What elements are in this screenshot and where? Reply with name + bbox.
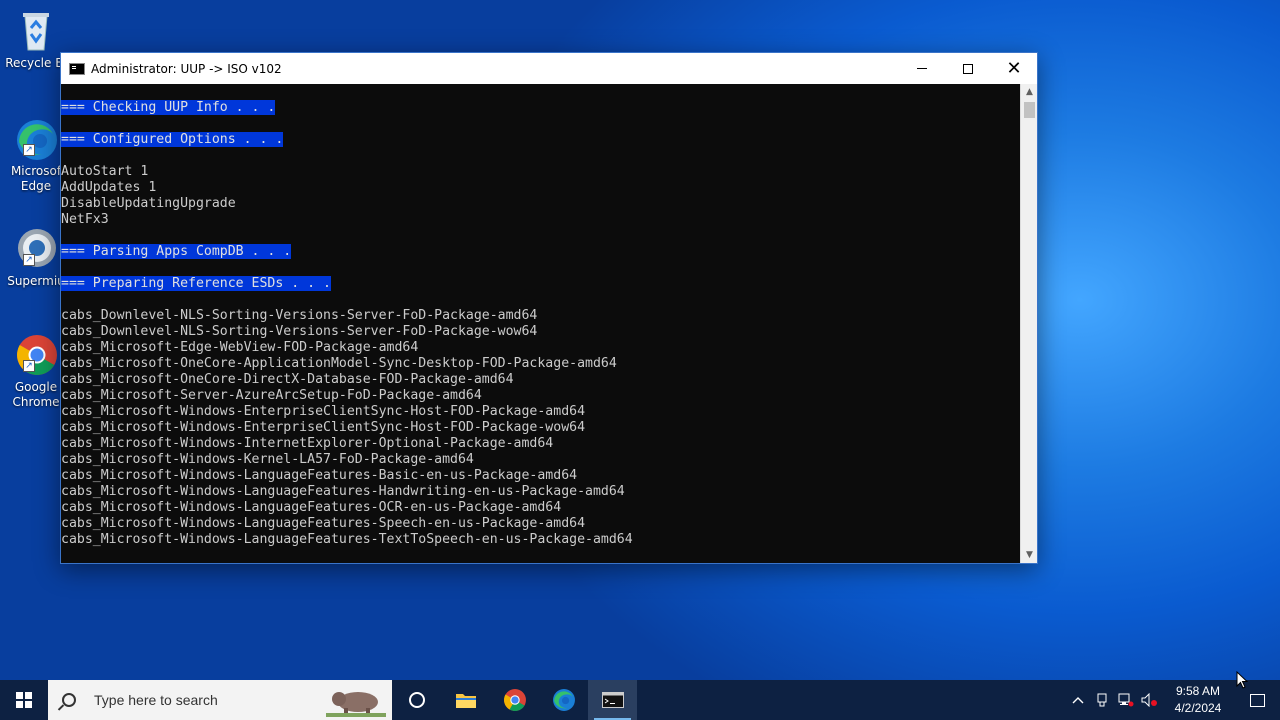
console-line-text: cabs_Microsoft-Windows-LanguageFeatures-… [61, 468, 578, 483]
shortcut-arrow-icon: ↗ [23, 360, 35, 372]
terminal-icon [601, 692, 624, 708]
console-line: cabs_Microsoft-Edge-WebView-FOD-Package-… [61, 340, 1021, 356]
console-line: cabs_Downlevel-NLS-Sorting-Versions-Serv… [61, 324, 1021, 340]
console-line-text: cabs_Microsoft-Windows-LanguageFeatures-… [61, 484, 625, 499]
window-title: Administrator: UUP -> ISO v102 [91, 61, 282, 76]
mouse-cursor-icon [1236, 671, 1248, 689]
console-line: cabs_Microsoft-Windows-InternetExplorer-… [61, 436, 1021, 452]
console-line: cabs_Microsoft-OneCore-ApplicationModel-… [61, 356, 1021, 372]
maximize-button[interactable] [945, 53, 991, 84]
search-placeholder: Type here to search [94, 692, 218, 708]
file-explorer-icon [455, 694, 476, 708]
scroll-thumb[interactable] [1024, 102, 1035, 118]
console-line-text: AutoStart 1 [61, 164, 149, 179]
console-line-text: cabs_Microsoft-Windows-InternetExplorer-… [61, 436, 554, 451]
console-section-header: === Preparing Reference ESDs . . . [61, 276, 331, 291]
chevron-up-icon[interactable] [1066, 680, 1090, 720]
console-line: cabs_Microsoft-Windows-LanguageFeatures-… [61, 500, 1021, 516]
scroll-down-arrow-icon[interactable]: ▼ [1021, 547, 1038, 563]
minimize-button[interactable] [899, 53, 945, 84]
console-line: AutoStart 1 [61, 164, 1021, 180]
console-line-text: NetFx3 [61, 212, 109, 227]
cmd-icon [69, 62, 85, 75]
console-line: cabs_Microsoft-Server-AzureArcSetup-FoD-… [61, 388, 1021, 404]
console-line: DisableUpdatingUpgrade [61, 196, 1021, 212]
console-line: === Preparing Reference ESDs . . . [61, 276, 1021, 292]
taskbar-search-box[interactable]: Type here to search [48, 680, 392, 720]
chrome-taskbar-button[interactable] [490, 680, 539, 720]
search-highlight-image [326, 683, 386, 717]
console-line: AddUpdates 1 [61, 180, 1021, 196]
console-section-header: === Parsing Apps CompDB . . . [61, 244, 292, 259]
console-line-text: cabs_Microsoft-Windows-EnterpriseClientS… [61, 404, 586, 419]
chrome-icon: ↗ [13, 332, 59, 378]
title-bar[interactable]: Administrator: UUP -> ISO v102 ✕ [61, 53, 1037, 84]
console-line: === Configured Options . . . [61, 132, 1021, 148]
shortcut-arrow-icon: ↗ [23, 254, 35, 266]
console-line: cabs_Microsoft-Windows-LanguageFeatures-… [61, 532, 1021, 548]
clock-time: 9:58 AM [1175, 684, 1221, 698]
console-section-header: === Configured Options . . . [61, 132, 284, 147]
console-line-text: cabs_Microsoft-Windows-LanguageFeatures-… [61, 516, 586, 531]
console-line: cabs_Microsoft-Windows-LanguageFeatures-… [61, 468, 1021, 484]
console-output[interactable]: === Checking UUP Info . . . === Configure… [61, 84, 1021, 563]
console-line-text: DisableUpdatingUpgrade [61, 196, 236, 211]
console-line-text: cabs_Microsoft-Server-AzureArcSetup-FoD-… [61, 388, 482, 403]
search-icon [62, 693, 76, 707]
scroll-up-arrow-icon[interactable]: ▲ [1021, 84, 1038, 100]
console-line-text: cabs_Microsoft-Windows-LanguageFeatures-… [61, 532, 633, 547]
console-line: cabs_Downlevel-NLS-Sorting-Versions-Serv… [61, 308, 1021, 324]
start-button[interactable] [0, 680, 48, 720]
console-line: cabs_Microsoft-Windows-EnterpriseClientS… [61, 420, 1021, 436]
minimize-icon [917, 68, 927, 69]
console-line-text: cabs_Microsoft-Edge-WebView-FOD-Package-… [61, 340, 419, 355]
console-line-text: AddUpdates 1 [61, 180, 157, 195]
console-line-text: cabs_Microsoft-Windows-Kernel-LA57-FoD-P… [61, 452, 474, 467]
console-line: cabs_Microsoft-Windows-LanguageFeatures-… [61, 516, 1021, 532]
task-view-icon [408, 692, 425, 708]
console-section-header: === Checking UUP Info . . . [61, 100, 276, 115]
console-line: cabs_Microsoft-Windows-LanguageFeatures-… [61, 484, 1021, 500]
console-line-text: cabs_Microsoft-OneCore-DirectX-Database-… [61, 372, 514, 387]
clock-date: 4/2/2024 [1174, 701, 1222, 715]
console-line: NetFx3 [61, 212, 1021, 228]
maximize-icon [963, 63, 973, 74]
notification-icon [1249, 693, 1265, 707]
console-line: === Parsing Apps CompDB . . . [61, 244, 1021, 260]
windows-logo-icon [16, 692, 32, 708]
console-line: === Checking UUP Info . . . [61, 100, 1021, 116]
terminal-taskbar-button[interactable] [588, 680, 637, 720]
supermium-icon: ↗ [13, 226, 59, 272]
close-icon: ✕ [1006, 57, 1022, 79]
console-window[interactable]: Administrator: UUP -> ISO v102 ✕ === Che… [60, 52, 1038, 564]
task-view-button[interactable] [392, 680, 441, 720]
console-line: cabs_Microsoft-Windows-EnterpriseClientS… [61, 404, 1021, 420]
volume-muted-icon[interactable] [1138, 680, 1162, 720]
console-line-text: cabs_Microsoft-Windows-EnterpriseClientS… [61, 420, 586, 435]
edge-icon [552, 689, 575, 711]
chrome-icon [503, 689, 526, 711]
close-button[interactable]: ✕ [991, 53, 1037, 84]
console-line-text: cabs_Downlevel-NLS-Sorting-Versions-Serv… [61, 324, 538, 339]
console-line: cabs_Microsoft-Windows-Kernel-LA57-FoD-P… [61, 452, 1021, 468]
file-explorer-button[interactable] [441, 680, 490, 720]
edge-icon: ↗ [13, 116, 59, 162]
taskbar: Type here to search 9:58 AM 4/2/2024 [0, 680, 1280, 720]
console-line-text: cabs_Downlevel-NLS-Sorting-Versions-Serv… [61, 308, 538, 323]
console-line-text: cabs_Microsoft-OneCore-ApplicationModel-… [61, 356, 617, 371]
console-line-text: cabs_Microsoft-Windows-LanguageFeatures-… [61, 500, 562, 515]
vertical-scrollbar[interactable]: ▲ ▼ [1020, 84, 1037, 563]
taskbar-clock[interactable]: 9:58 AM 4/2/2024 [1162, 683, 1234, 717]
shortcut-arrow-icon: ↗ [23, 144, 35, 156]
edge-taskbar-button[interactable] [539, 680, 588, 720]
usb-device-icon[interactable] [1090, 680, 1114, 720]
console-line: cabs_Microsoft-OneCore-DirectX-Database-… [61, 372, 1021, 388]
network-icon[interactable] [1114, 680, 1138, 720]
recycle-bin-icon [13, 8, 59, 54]
